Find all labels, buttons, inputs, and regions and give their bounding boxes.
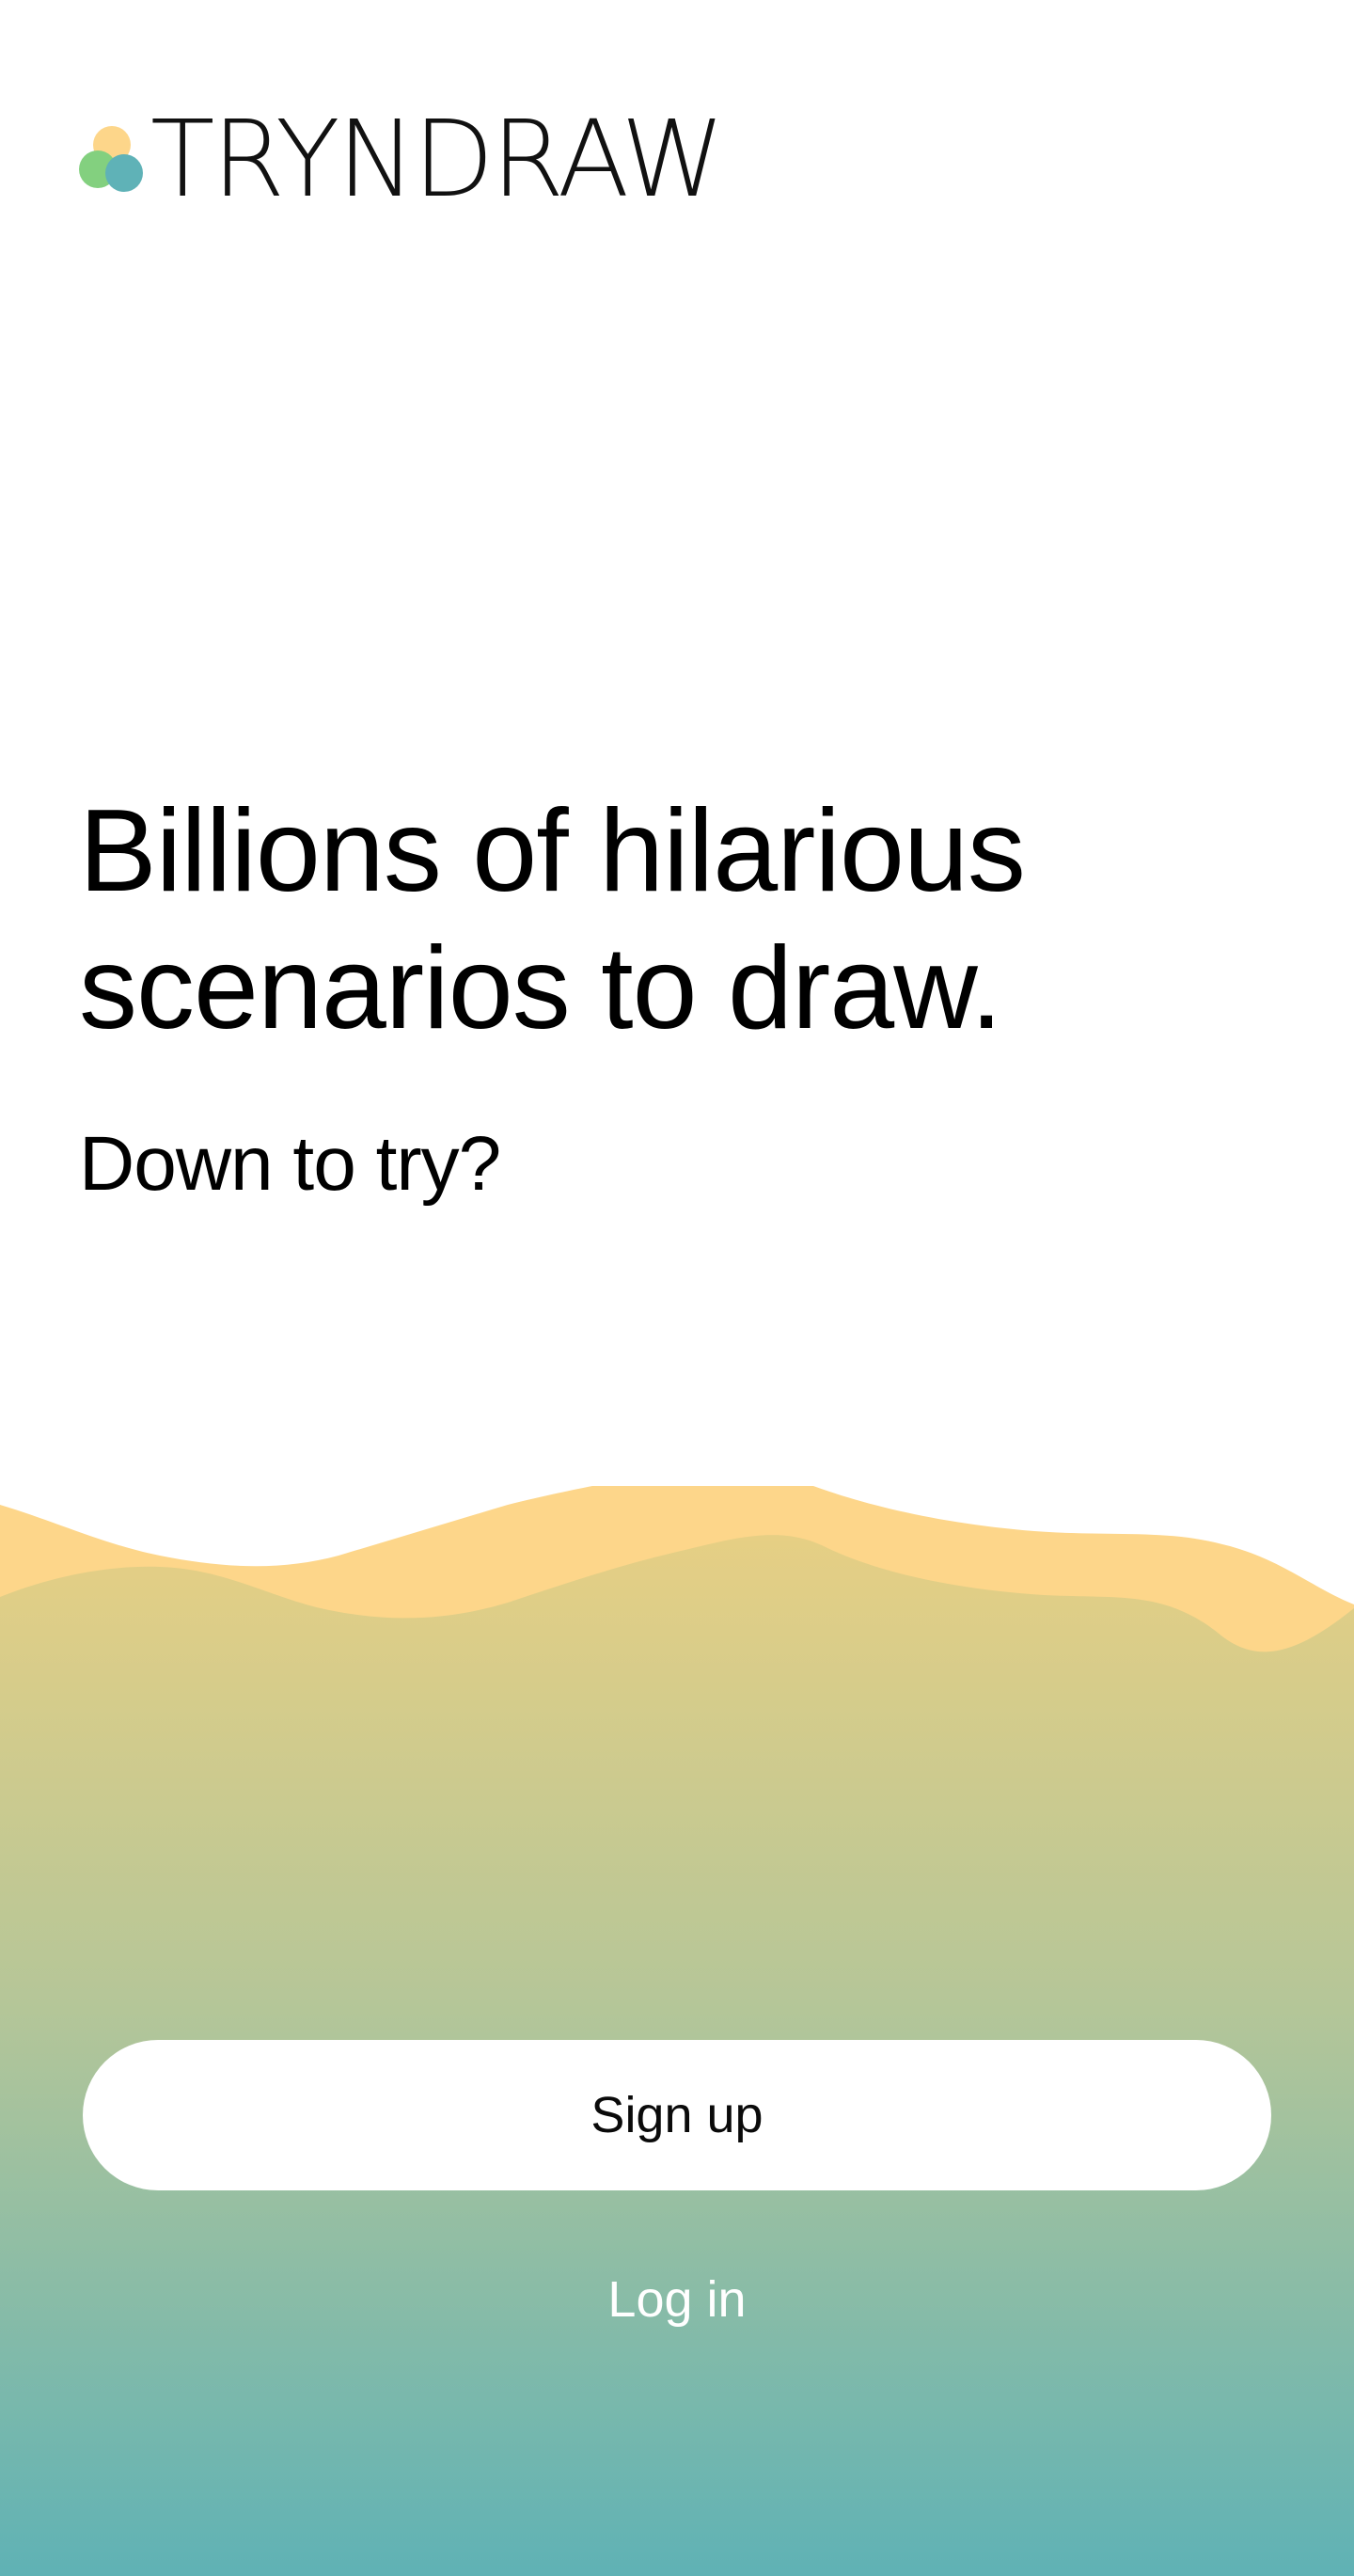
wave-background (0, 1486, 1354, 2576)
login-link[interactable]: Log in (0, 2257, 1354, 2342)
signup-button[interactable]: Sign up (83, 2040, 1271, 2190)
brand-logo[interactable]: TRYNDRAW (79, 99, 725, 221)
logo-dot-teal (105, 154, 143, 192)
hero-headline: Billions of hilarious scenarios to draw. (79, 782, 1264, 1057)
brand-name: TRYNDRAW (150, 99, 725, 221)
logo-icon (79, 126, 147, 194)
hero-subheadline: Down to try? (79, 1121, 501, 1207)
headline-line-2: scenarios to draw. (79, 924, 1002, 1053)
headline-line-1: Billions of hilarious (79, 786, 1026, 916)
